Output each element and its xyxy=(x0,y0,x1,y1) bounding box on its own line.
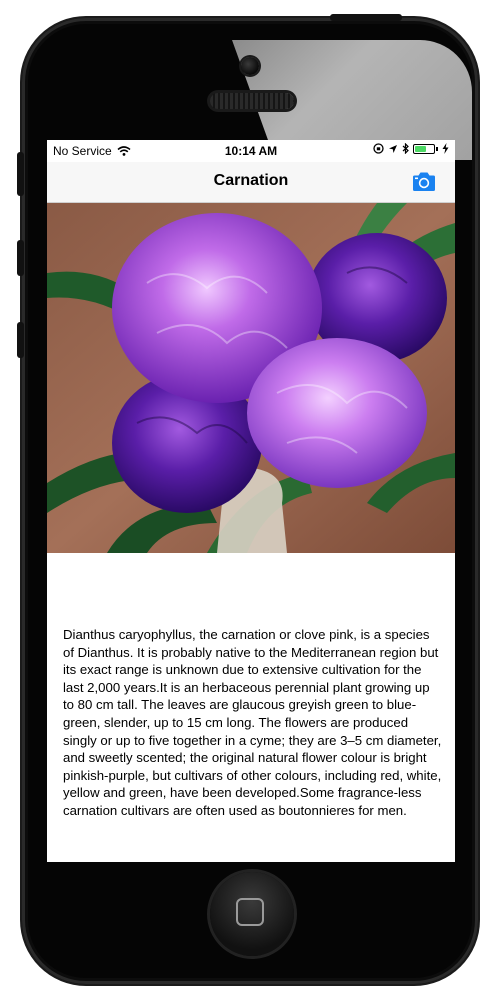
volume-up-button xyxy=(17,240,24,276)
page-title: Carnation xyxy=(213,172,289,189)
volume-down-button xyxy=(17,322,24,358)
home-button-square-icon xyxy=(236,898,264,926)
status-bar: No Service 10:14 AM xyxy=(47,140,455,162)
battery-tip xyxy=(436,146,438,151)
orientation-lock-icon xyxy=(373,143,384,154)
mute-switch xyxy=(17,152,24,196)
battery-level xyxy=(415,145,426,152)
power-button xyxy=(330,14,402,21)
description-text: Dianthus caryophyllus, the carnation or … xyxy=(63,627,442,818)
home-button[interactable] xyxy=(210,872,294,956)
app-screen: No Service 10:14 AM Carnation Dianthus c… xyxy=(47,140,455,862)
camera-icon[interactable] xyxy=(411,171,437,193)
charging-bolt-icon xyxy=(442,143,449,154)
bluetooth-icon xyxy=(402,143,409,154)
earpiece-speaker xyxy=(210,93,294,109)
front-camera xyxy=(241,57,259,75)
status-right xyxy=(373,143,449,154)
location-arrow-icon xyxy=(389,144,397,153)
navigation-bar: Carnation xyxy=(47,162,455,203)
carnation-photo xyxy=(47,203,455,553)
battery-icon xyxy=(413,143,435,154)
